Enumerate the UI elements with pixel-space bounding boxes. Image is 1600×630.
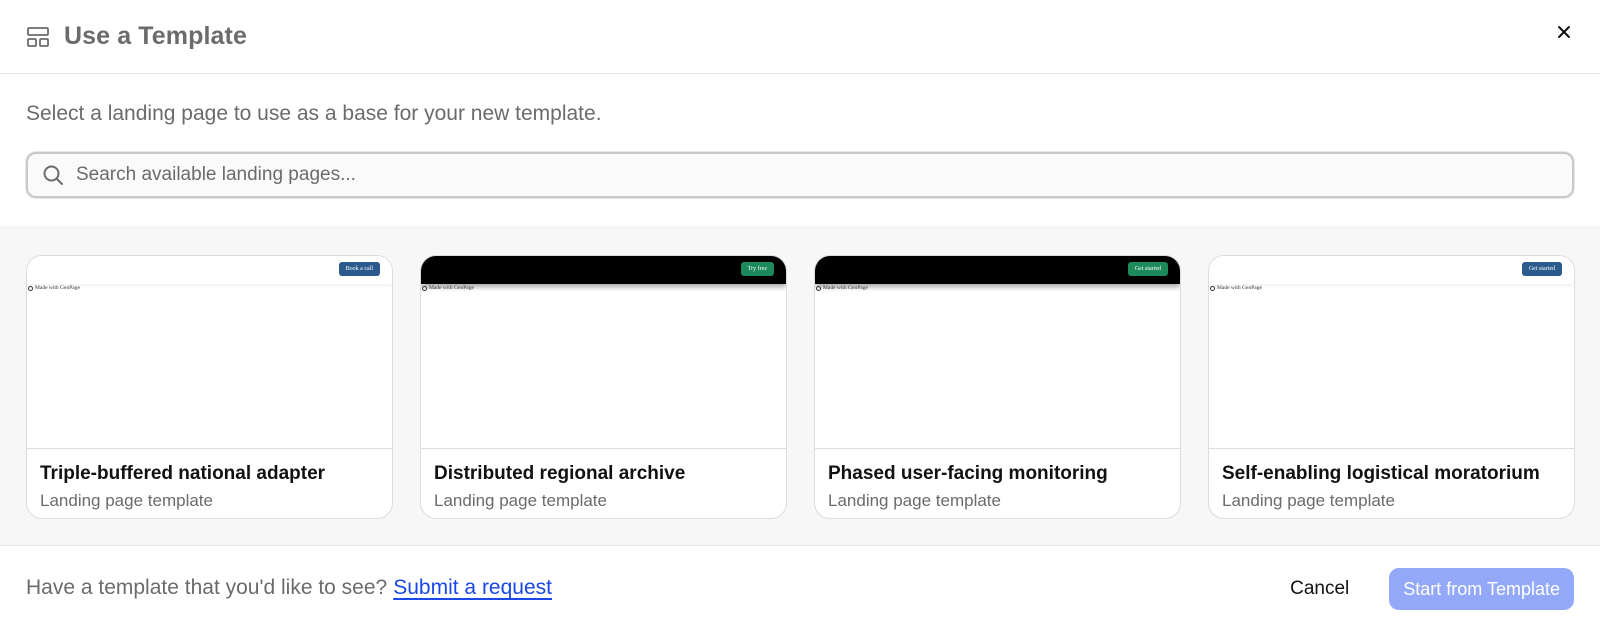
made-with-label: Made with GenPage bbox=[1217, 285, 1262, 291]
template-title: Phased user-facing monitoring bbox=[828, 463, 1108, 484]
template-info: Triple-buffered national adapter Landing… bbox=[27, 449, 392, 511]
preview-cta-button: Book a call bbox=[338, 262, 380, 276]
preview-cta-button: Try free bbox=[740, 262, 774, 276]
dialog-header: Use a Template bbox=[0, 0, 1600, 74]
made-with-badge: Made with GenPage bbox=[1210, 285, 1262, 291]
template-subtitle: Landing page template bbox=[828, 491, 1001, 510]
preview-nav-bar: Book a call bbox=[27, 256, 392, 284]
template-subtitle: Landing page template bbox=[1222, 491, 1395, 510]
preview-cta-button: Get started bbox=[1127, 262, 1168, 276]
template-info: Self-enabling logistical moratorium Land… bbox=[1209, 449, 1574, 511]
made-with-badge: Made with GenPage bbox=[422, 285, 474, 291]
template-card-list: Book a call Made with GenPage Triple-buf… bbox=[26, 255, 1575, 519]
template-title: Self-enabling logistical moratorium bbox=[1222, 463, 1540, 484]
template-info: Distributed regional archive Landing pag… bbox=[421, 449, 786, 511]
template-card[interactable]: Get started Made with GenPage Self-enabl… bbox=[1208, 255, 1575, 519]
search-box[interactable] bbox=[26, 152, 1574, 198]
preview-cta-button: Get started bbox=[1521, 262, 1562, 276]
template-preview: Book a call Made with GenPage bbox=[27, 256, 392, 449]
template-info: Phased user-facing monitoring Landing pa… bbox=[815, 449, 1180, 511]
search-input[interactable] bbox=[76, 164, 1572, 186]
made-with-badge: Made with GenPage bbox=[816, 285, 868, 291]
close-button[interactable] bbox=[1552, 20, 1576, 44]
start-from-template-button[interactable]: Start from Template bbox=[1389, 568, 1574, 610]
preview-nav-bar: Get started bbox=[815, 256, 1180, 284]
footer-actions: Cancel Start from Template bbox=[1290, 568, 1574, 610]
badge-logo-icon bbox=[1210, 285, 1215, 291]
template-layout-icon bbox=[26, 25, 50, 49]
badge-logo-icon bbox=[422, 285, 427, 291]
badge-logo-icon bbox=[28, 285, 33, 291]
preview-nav-bar: Try free bbox=[421, 256, 786, 284]
made-with-badge: Made with GenPage bbox=[28, 285, 80, 291]
template-title: Distributed regional archive bbox=[434, 463, 686, 484]
template-preview: Get started Made with GenPage bbox=[815, 256, 1180, 449]
dialog-body: Select a landing page to use as a base f… bbox=[0, 102, 1600, 198]
made-with-label: Made with GenPage bbox=[823, 285, 868, 291]
template-gallery: Book a call Made with GenPage Triple-buf… bbox=[0, 226, 1600, 546]
made-with-label: Made with GenPage bbox=[35, 285, 80, 291]
template-preview: Get started Made with GenPage bbox=[1209, 256, 1574, 449]
preview-nav-bar: Get started bbox=[1209, 256, 1574, 284]
template-card[interactable]: Get started Made with GenPage Phased use… bbox=[814, 255, 1181, 519]
template-card[interactable]: Book a call Made with GenPage Triple-buf… bbox=[26, 255, 393, 519]
close-icon bbox=[1558, 26, 1570, 38]
made-with-label: Made with GenPage bbox=[429, 285, 474, 291]
template-title: Triple-buffered national adapter bbox=[40, 463, 326, 484]
submit-request-link[interactable]: Submit a request bbox=[393, 576, 552, 600]
dialog-footer: Have a template that you'd like to see? … bbox=[0, 546, 1600, 630]
template-preview: Try free Made with GenPage bbox=[421, 256, 786, 449]
use-template-dialog: Use a Template Select a landing page to … bbox=[0, 0, 1600, 630]
template-subtitle: Landing page template bbox=[40, 491, 213, 510]
cancel-button[interactable]: Cancel bbox=[1290, 578, 1349, 600]
template-card[interactable]: Try free Made with GenPage Distributed r… bbox=[420, 255, 787, 519]
dialog-title: Use a Template bbox=[64, 22, 247, 50]
dialog-subtitle: Select a landing page to use as a base f… bbox=[26, 102, 602, 125]
request-prompt: Have a template that you'd like to see? bbox=[26, 576, 388, 599]
search-icon bbox=[42, 164, 64, 186]
badge-logo-icon bbox=[816, 285, 821, 291]
template-subtitle: Landing page template bbox=[434, 491, 607, 510]
